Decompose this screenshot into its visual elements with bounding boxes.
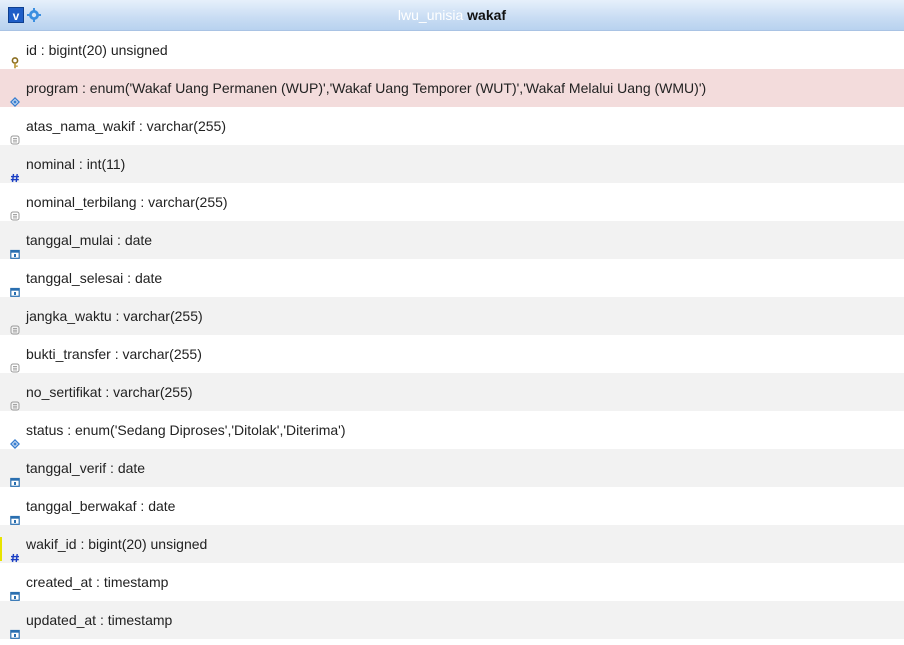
enum-icon <box>10 83 20 107</box>
field-row[interactable]: tanggal_selesai : date <box>0 259 904 297</box>
field-label: tanggal_mulai : date <box>26 232 153 248</box>
field-row[interactable]: nominal : int(11) <box>0 145 904 183</box>
field-row[interactable]: tanggal_verif : date <box>0 449 904 487</box>
field-row[interactable]: jangka_waktu : varchar(255) <box>0 297 904 335</box>
table-header[interactable]: v lwu_unisia wakaf <box>0 0 904 31</box>
field-row[interactable]: no_sertifikat : varchar(255) <box>0 373 904 411</box>
field-row[interactable]: bukti_transfer : varchar(255) <box>0 335 904 373</box>
field-label: bukti_transfer : varchar(255) <box>26 346 202 362</box>
field-label: id : bigint(20) unsigned <box>26 42 168 58</box>
number-icon <box>10 159 20 183</box>
field-label: created_at : timestamp <box>26 574 169 590</box>
text-icon <box>10 197 20 221</box>
field-label: nominal : int(11) <box>26 156 126 172</box>
date-icon <box>10 501 20 525</box>
text-icon <box>10 311 20 335</box>
database-name: lwu_unisia <box>397 7 464 23</box>
field-row[interactable]: program : enum('Wakaf Uang Permanen (WUP… <box>0 69 904 107</box>
field-label: nominal_terbilang : varchar(255) <box>26 194 228 210</box>
date-icon <box>10 463 20 487</box>
text-icon <box>10 121 20 145</box>
field-row[interactable]: wakif_id : bigint(20) unsigned <box>0 525 904 563</box>
field-label: jangka_waktu : varchar(255) <box>26 308 203 324</box>
date-icon <box>10 273 20 297</box>
date-icon <box>10 235 20 259</box>
field-label: wakif_id : bigint(20) unsigned <box>26 536 208 552</box>
field-list: id : bigint(20) unsigned program : enum('… <box>0 31 904 639</box>
field-row[interactable]: updated_at : timestamp <box>0 601 904 639</box>
field-row[interactable]: tanggal_berwakaf : date <box>0 487 904 525</box>
edge-marker <box>0 537 2 561</box>
text-icon <box>10 387 20 411</box>
field-label: updated_at : timestamp <box>26 612 173 628</box>
field-row[interactable]: nominal_terbilang : varchar(255) <box>0 183 904 221</box>
field-label: status : enum('Sedang Diproses','Ditolak… <box>26 422 346 438</box>
table-name: wakaf <box>467 7 507 23</box>
date-icon <box>10 577 20 601</box>
field-row[interactable]: atas_nama_wakif : varchar(255) <box>0 107 904 145</box>
field-label: tanggal_berwakaf : date <box>26 498 176 514</box>
field-label: program : enum('Wakaf Uang Permanen (WUP… <box>26 80 707 96</box>
field-label: tanggal_verif : date <box>26 460 146 476</box>
field-label: tanggal_selesai : date <box>26 270 163 286</box>
number-icon <box>10 539 20 563</box>
table-title[interactable]: lwu_unisia wakaf <box>0 0 904 31</box>
enum-icon <box>10 425 20 449</box>
field-row[interactable]: id : bigint(20) unsigned <box>0 31 904 69</box>
field-row[interactable]: tanggal_mulai : date <box>0 221 904 259</box>
date-icon <box>10 615 20 639</box>
field-row[interactable]: created_at : timestamp <box>0 563 904 601</box>
field-row[interactable]: status : enum('Sedang Diproses','Ditolak… <box>0 411 904 449</box>
designer-table-wakaf[interactable]: v lwu_unisia wakaf id : bigint(20) unsig… <box>0 0 904 645</box>
field-label: atas_nama_wakif : varchar(255) <box>26 118 226 134</box>
field-label: no_sertifikat : varchar(255) <box>26 384 193 400</box>
text-icon <box>10 349 20 373</box>
key-icon <box>10 45 20 69</box>
